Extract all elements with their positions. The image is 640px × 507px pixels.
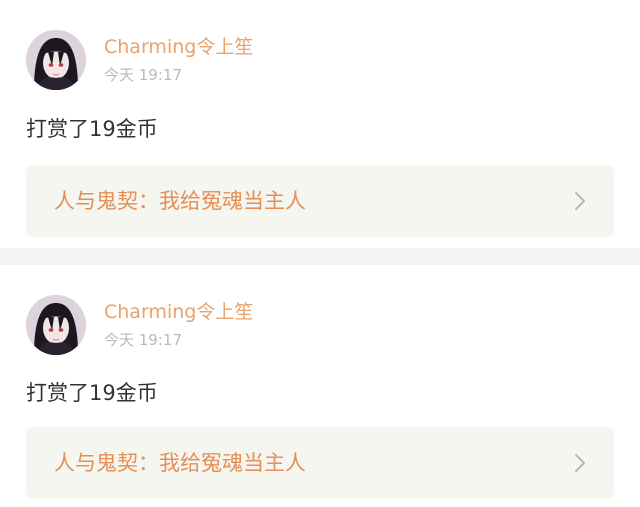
anime-girl-avatar-icon [26, 295, 86, 355]
chevron-right-icon [575, 454, 585, 472]
anime-girl-avatar-icon [26, 30, 86, 90]
post-meta: Charming令上笙 今天 19:17 [104, 300, 253, 350]
username[interactable]: Charming令上笙 [104, 300, 253, 324]
user-avatar[interactable] [26, 30, 86, 90]
reward-post: Charming令上笙 今天 19:17 打赏了19金币 人与鬼契：我给冤魂当主… [0, 0, 640, 248]
username[interactable]: Charming令上笙 [104, 35, 253, 59]
timestamp: 今天 19:17 [104, 331, 182, 349]
user-avatar[interactable] [26, 295, 86, 355]
book-title: 人与鬼契：我给冤魂当主人 [54, 451, 306, 475]
book-link-card[interactable]: 人与鬼契：我给冤魂当主人 [26, 427, 614, 499]
timestamp: 今天 19:17 [104, 66, 182, 84]
post-meta: Charming令上笙 今天 19:17 [104, 35, 253, 85]
reward-feed: Charming令上笙 今天 19:17 打赏了19金币 人与鬼契：我给冤魂当主… [0, 0, 640, 507]
book-link-card[interactable]: 人与鬼契：我给冤魂当主人 [26, 165, 614, 237]
post-header: Charming令上笙 今天 19:17 [26, 28, 614, 92]
chevron-right-icon [575, 192, 585, 210]
post-content: 打赏了19金币 [26, 117, 158, 141]
post-header: Charming令上笙 今天 19:17 [26, 293, 614, 357]
book-title: 人与鬼契：我给冤魂当主人 [54, 189, 306, 213]
post-content: 打赏了19金币 [26, 381, 158, 405]
reward-post: Charming令上笙 今天 19:17 打赏了19金币 人与鬼契：我给冤魂当主… [0, 265, 640, 507]
